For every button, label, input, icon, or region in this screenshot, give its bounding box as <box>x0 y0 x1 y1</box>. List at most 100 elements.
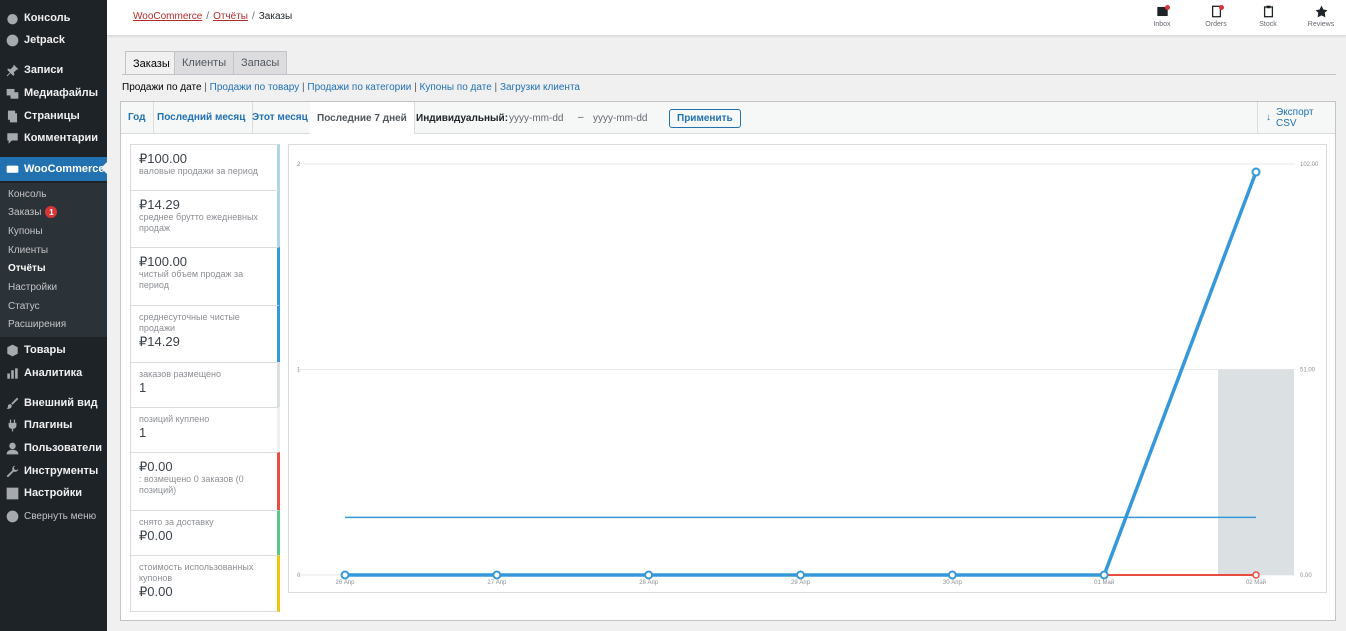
menu-posts[interactable]: Записи <box>0 59 107 81</box>
user-icon <box>6 442 19 455</box>
admin-sidebar: Консоль Jetpack Записи Медиафайлы Страни… <box>0 0 107 631</box>
x-tick-label: 27 Апр <box>487 580 507 586</box>
menu-tools[interactable]: Инструменты <box>0 460 107 482</box>
end-date-input[interactable] <box>593 109 663 127</box>
tab-customers[interactable]: Клиенты <box>174 51 235 74</box>
legend-item[interactable]: ₽0.00: возмещено 0 заказов (0 позиций) <box>130 452 280 510</box>
menu-products[interactable]: Товары <box>0 339 107 361</box>
chart-legend: ₽100.00 валовые продажи за период ₽14.29 ср… <box>130 144 280 612</box>
menu-settings[interactable]: Настройки <box>0 482 107 504</box>
legend-label: среднесуточные чистые продажи <box>139 312 240 333</box>
legend-label: чистый объем продаж за период <box>139 269 244 290</box>
menu-woocommerce[interactable]: WooCommerce <box>0 157 107 181</box>
menu-label: Jetpack <box>24 34 65 46</box>
legend-label: : возмещено 0 заказов (0 позиций) <box>139 474 244 495</box>
stock-button[interactable]: Stock <box>1248 5 1288 28</box>
submenu-customers[interactable]: Клиенты <box>8 242 48 258</box>
legend-item[interactable]: ₽100.00 чистый объем продаж за период <box>130 247 280 305</box>
brush-icon <box>6 397 19 410</box>
legend-item[interactable]: стоимость использованных купонов ₽0.00 <box>130 555 280 612</box>
series-point <box>1252 571 1260 579</box>
export-csv-button[interactable]: ↓ Экспорт CSV <box>1257 102 1335 133</box>
sublink-downloads[interactable]: Загрузки клиента <box>500 82 580 93</box>
menu-label: Страницы <box>24 110 80 122</box>
woocommerce-submenu: Консоль Заказы 1 Купоны Клиенты Отчёты На… <box>0 183 107 337</box>
y-tick-label: 1 <box>297 368 301 374</box>
legend-item[interactable]: ₽100.00 валовые продажи за период <box>130 144 280 190</box>
apply-button[interactable]: Применить <box>669 109 741 128</box>
collapse-menu-button[interactable]: Свернуть меню <box>0 505 107 527</box>
menu-comments[interactable]: Комментарии <box>0 127 107 149</box>
series-point <box>1099 570 1109 580</box>
menu-label: Медиафайлы <box>24 87 99 99</box>
sublink-by-category[interactable]: Продажи по категории <box>307 82 411 93</box>
inbox-button[interactable]: Inbox <box>1142 5 1182 28</box>
submenu-extensions[interactable]: Расширения <box>8 316 66 332</box>
legend-amount: ₽0.00 <box>139 528 173 543</box>
x-tick-label: 29 Апр <box>791 580 811 586</box>
menu-jetpack[interactable]: Jetpack <box>0 29 107 51</box>
sublink-current: Продажи по дате <box>122 82 202 93</box>
menu-pages[interactable]: Страницы <box>0 105 107 127</box>
export-label: Экспорт CSV <box>1276 106 1314 129</box>
toolbar-label: Orders <box>1205 21 1227 28</box>
menu-appearance[interactable]: Внешний вид <box>0 392 107 414</box>
menu-label: Консоль <box>24 12 71 24</box>
menu-label: Настройки <box>24 487 83 499</box>
menu-analytics[interactable]: Аналитика <box>0 362 107 384</box>
legend-item[interactable]: заказов размещено 1 <box>130 362 280 407</box>
reviews-button[interactable]: Reviews <box>1301 5 1341 28</box>
download-icon: ↓ <box>1266 112 1271 123</box>
inbox-icon <box>1142 5 1182 21</box>
notification-dot <box>1219 5 1224 10</box>
menu-dashboard[interactable]: Консоль <box>0 7 107 29</box>
x-tick-label: 28 Апр <box>639 580 659 586</box>
report-sublinks: Продажи по дате | Продажи по товару | Пр… <box>122 82 580 93</box>
submenu-settings[interactable]: Настройки <box>8 279 57 295</box>
sales-chart: 0 1 2 0.00 51.00 102.00 26 Апр 27 Апр 28 Апр 29 А… <box>288 144 1327 593</box>
toolbar-label: Reviews <box>1307 21 1335 28</box>
date-separator: – <box>578 112 584 123</box>
toolbar-label: Stock <box>1259 21 1277 28</box>
submenu-label: Купоны <box>8 225 43 237</box>
breadcrumb-reports-link[interactable]: Отчёты <box>213 11 248 22</box>
submenu-orders[interactable]: Заказы 1 <box>8 204 58 220</box>
submenu-label: Настройки <box>8 281 58 293</box>
tab-divider <box>122 74 1336 75</box>
menu-plugins[interactable]: Плагины <box>0 414 107 436</box>
sublink-coupons[interactable]: Купоны по дате <box>420 82 492 93</box>
submenu-coupons[interactable]: Купоны <box>8 223 43 239</box>
range-last-7-days[interactable]: Последние 7 дней <box>310 102 415 134</box>
y2-tick-label: 0.00 <box>1300 573 1312 579</box>
series-point <box>644 570 654 580</box>
orders-count-badge: 1 <box>45 206 58 218</box>
start-date-input[interactable] <box>509 109 579 127</box>
submenu-status[interactable]: Статус <box>8 298 40 314</box>
range-last-month[interactable]: Последний месяц <box>150 102 254 133</box>
dashboard-icon <box>6 12 19 25</box>
breadcrumb: WooCommerce / Отчёты / Заказы <box>133 11 293 22</box>
menu-users[interactable]: Пользователи <box>0 437 107 459</box>
legend-amount: ₽14.29 <box>139 197 180 212</box>
analytics-icon <box>6 367 19 380</box>
menu-label: Аналитика <box>24 367 83 379</box>
range-this-month[interactable]: Этот месяц <box>245 102 316 133</box>
sublink-by-product[interactable]: Продажи по товару <box>210 82 300 93</box>
legend-item[interactable]: ₽14.29 среднее брутто ежедневных продаж <box>130 190 280 247</box>
comment-icon <box>6 132 19 145</box>
range-year[interactable]: Год <box>121 102 154 133</box>
legend-item[interactable]: среднесуточные чистые продажи ₽14.29 <box>130 305 280 362</box>
chart-bar <box>1218 369 1294 575</box>
menu-media[interactable]: Медиафайлы <box>0 82 107 104</box>
breadcrumb-woocommerce-link[interactable]: WooCommerce <box>133 11 202 22</box>
legend-item[interactable]: позиций куплено 1 <box>130 407 280 452</box>
tab-stock[interactable]: Запасы <box>233 51 288 74</box>
y-tick-label: 2 <box>297 162 301 168</box>
submenu-console[interactable]: Консоль <box>8 186 46 202</box>
tab-orders[interactable]: Заказы <box>125 51 178 75</box>
x-tick-label: 02 Май <box>1246 579 1266 586</box>
submenu-reports[interactable]: Отчёты <box>8 260 45 276</box>
orders-button[interactable]: Orders <box>1196 5 1236 28</box>
legend-item[interactable]: снято за доставку ₽0.00 <box>130 510 280 555</box>
legend-label: среднее брутто ежедневных продаж <box>139 212 258 233</box>
